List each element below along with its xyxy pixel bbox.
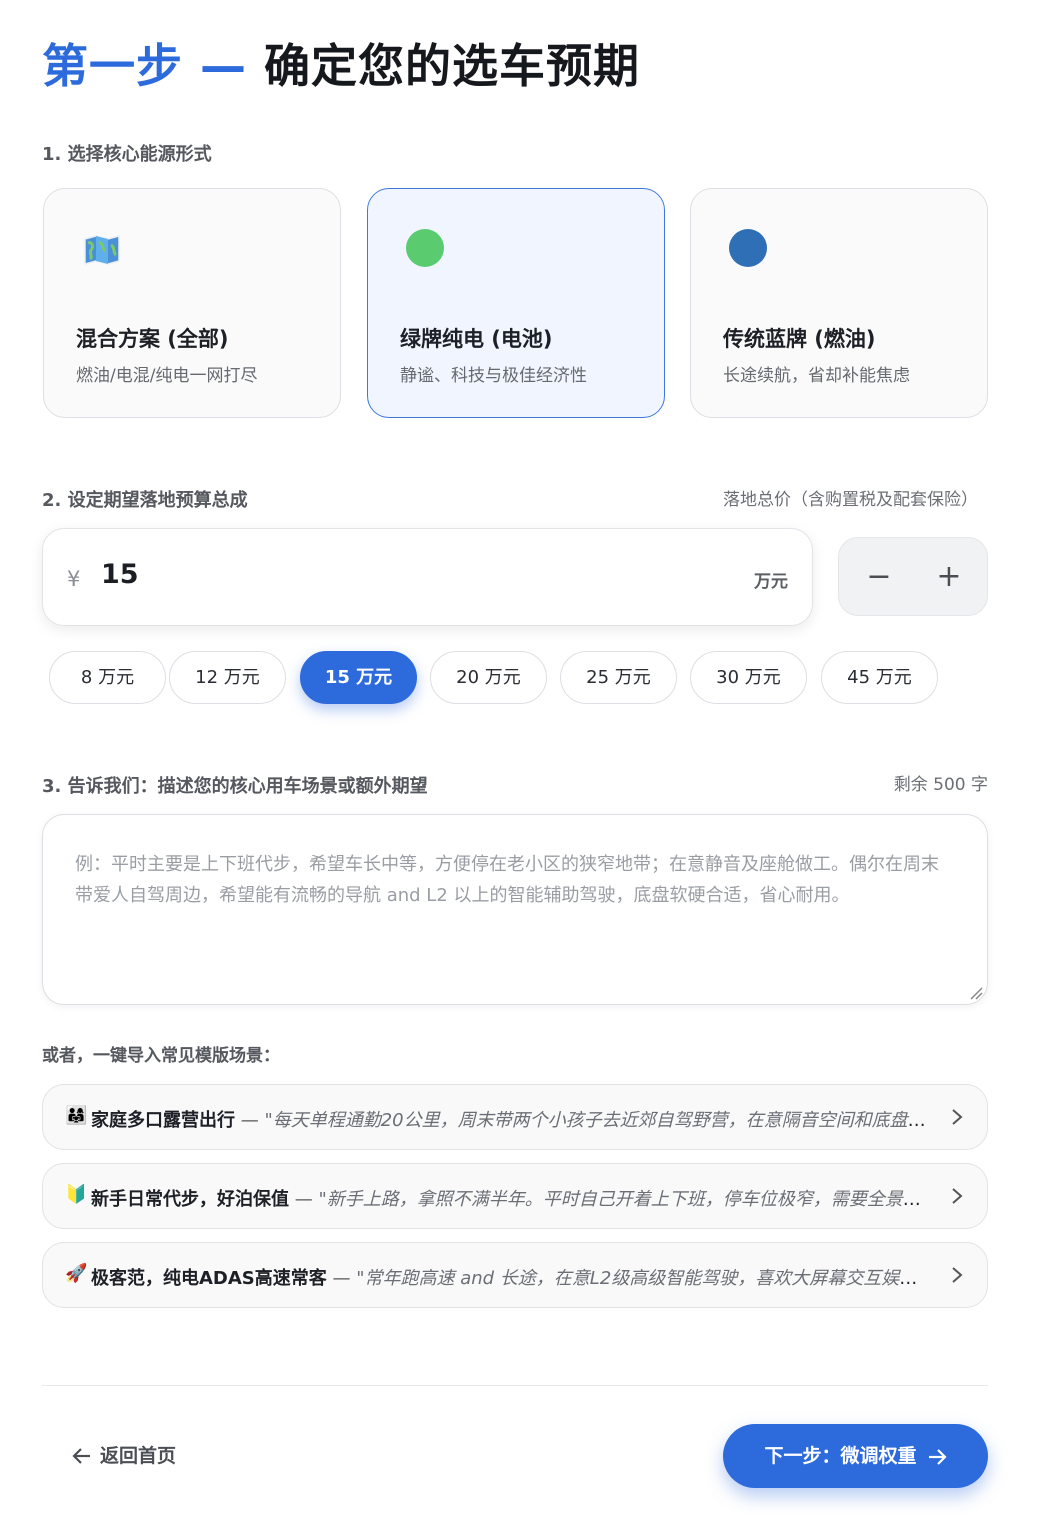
- budget-chip[interactable]: 45 万元: [821, 651, 938, 704]
- card-title: 混合方案 (全部): [76, 327, 229, 351]
- card-subtitle: 燃油/电混/纯电一网打尽: [76, 366, 258, 386]
- template-name: 家庭多口露营出行: [91, 1110, 235, 1131]
- template-item-geek[interactable]: 🚀 极客范，纯电ADAS高速常客 — "常年跑高速 and 长途，在意L2级高级…: [42, 1242, 988, 1308]
- map-icon: [84, 235, 120, 265]
- back-label: 返回首页: [100, 1445, 177, 1467]
- title-dash: —: [200, 39, 248, 93]
- beginner-badge-icon: 🔰: [65, 1184, 88, 1205]
- energy-card-mixed[interactable]: 混合方案 (全部) 燃油/电混/纯电一网打尽: [43, 188, 341, 418]
- decrement-button[interactable]: −: [859, 558, 899, 598]
- budget-chip[interactable]: 25 万元: [560, 651, 677, 704]
- energy-card-fuel[interactable]: 传统蓝牌 (燃油) 长途续航，省却补能焦虑: [690, 188, 988, 418]
- family-icon: 👨‍👩‍👧: [65, 1105, 88, 1126]
- textarea-placeholder: 例：平时主要是上下班代步，希望车长中等，方便停在老小区的狭窄地带；在意静音及座舱…: [75, 854, 939, 906]
- template-sep: —: [235, 1110, 265, 1131]
- page-title: 第一步 — 确定您的选车预期: [42, 30, 640, 96]
- chevron-right-icon: [952, 1109, 963, 1125]
- template-item-newbie[interactable]: 🔰 新手日常代步，好泊保值 — "新手上路，拿照不满半年。平时自己开着上下班，停…: [42, 1163, 988, 1229]
- budget-chip-active[interactable]: 15 万元: [300, 651, 417, 704]
- title-text: 确定您的选车预期: [264, 39, 641, 93]
- section3-label: 3. 告诉我们：描述您的核心用车场景或额外期望: [42, 776, 428, 797]
- arrow-left-icon: [72, 1448, 90, 1464]
- template-name: 极客范，纯电ADAS高速常客: [91, 1268, 327, 1289]
- template-quote: "新手上路，拿照不满半年。平时自己开着上下班，停车位极窄，需要全景360...: [318, 1189, 931, 1210]
- budget-input[interactable]: ¥ 15 万元: [42, 528, 813, 626]
- template-quote: "每天单程通勤20公里，周末带两个小孩子去近郊自驾野营，在意隔音空间和底盘质感.…: [264, 1110, 931, 1131]
- char-counter: 剩余 500 字: [893, 775, 988, 795]
- increment-button[interactable]: +: [929, 558, 969, 598]
- template-text: 新手日常代步，好泊保值 — "新手上路，拿照不满半年。平时自己开着上下班，停车位…: [91, 1185, 931, 1211]
- template-sep: —: [289, 1189, 319, 1210]
- resize-handle-icon[interactable]: [969, 986, 983, 1000]
- template-text: 家庭多口露营出行 — "每天单程通勤20公里，周末带两个小孩子去近郊自驾野营，在…: [91, 1106, 931, 1132]
- template-quote: "常年跑高速 and 长途，在意L2级高级智能驾驶，喜欢大屏幕交互娱乐，偏...: [356, 1268, 931, 1289]
- footer-divider: [42, 1385, 988, 1386]
- green-circle-icon: [406, 229, 444, 267]
- card-subtitle: 静谧、科技与极佳经济性: [400, 366, 587, 386]
- arrow-right-icon: [928, 1449, 947, 1465]
- template-sep: —: [326, 1268, 357, 1289]
- currency-symbol: ¥: [67, 567, 81, 591]
- template-item-family[interactable]: 👨‍👩‍👧 家庭多口露营出行 — "每天单程通勤20公里，周末带两个小孩子去近郊…: [42, 1084, 988, 1150]
- section1-label: 1. 选择核心能源形式: [42, 144, 212, 165]
- scenario-textarea[interactable]: 例：平时主要是上下班代步，希望车长中等，方便停在老小区的狭窄地带；在意静音及座舱…: [42, 814, 988, 1005]
- card-title: 传统蓝牌 (燃油): [723, 327, 876, 351]
- templates-label: 或者，一键导入常见模版场景：: [42, 1046, 280, 1066]
- budget-unit: 万元: [754, 572, 788, 592]
- template-name: 新手日常代步，好泊保值: [91, 1189, 289, 1210]
- budget-chip[interactable]: 30 万元: [690, 651, 807, 704]
- chevron-right-icon: [952, 1188, 963, 1204]
- template-text: 极客范，纯电ADAS高速常客 — "常年跑高速 and 长途，在意L2级高级智能…: [91, 1264, 931, 1290]
- energy-card-ev[interactable]: 绿牌纯电 (电池) 静谧、科技与极佳经济性: [367, 188, 665, 418]
- budget-chip[interactable]: 12 万元: [169, 651, 286, 704]
- card-subtitle: 长途续航，省却补能焦虑: [723, 366, 910, 386]
- budget-stepper: − +: [838, 537, 988, 616]
- card-title: 绿牌纯电 (电池): [400, 327, 553, 351]
- section2-label: 2. 设定期望落地预算总成: [42, 490, 248, 511]
- budget-chip[interactable]: 8 万元: [49, 651, 166, 704]
- blue-circle-icon: [729, 229, 767, 267]
- budget-chip[interactable]: 20 万元: [430, 651, 547, 704]
- back-button[interactable]: 返回首页: [72, 1441, 176, 1468]
- chevron-right-icon: [952, 1267, 963, 1283]
- budget-note: 落地总价（含购置税及配套保险）: [723, 490, 978, 510]
- next-label: 下一步：微调权重: [764, 1445, 917, 1467]
- next-step-button[interactable]: 下一步：微调权重: [723, 1424, 988, 1488]
- step-label: 第一步: [42, 39, 183, 93]
- budget-value[interactable]: 15: [101, 559, 139, 590]
- rocket-icon: 🚀: [65, 1263, 88, 1284]
